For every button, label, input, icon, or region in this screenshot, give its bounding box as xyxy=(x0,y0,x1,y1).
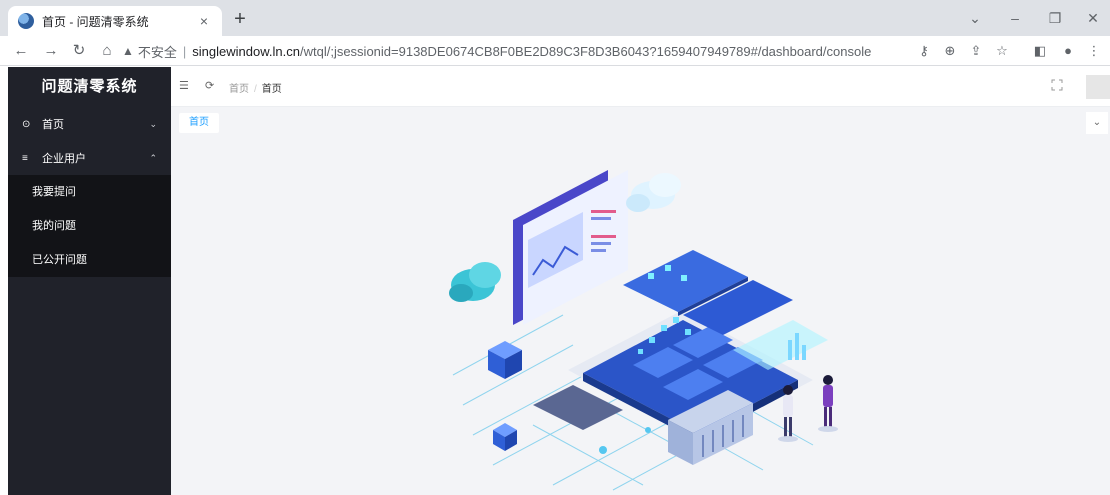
cloud-left-icon xyxy=(449,262,501,302)
minimize-icon[interactable]: – xyxy=(1000,6,1030,30)
sidebar-item-ask-question[interactable]: 我要提问 xyxy=(8,175,171,209)
collapse-menu-icon[interactable]: ☰ xyxy=(179,79,189,92)
sidebar-item-home[interactable]: ⊙ 首页 ⌄ xyxy=(8,107,171,141)
cloud-icon xyxy=(626,173,681,212)
address-separator: | xyxy=(182,43,187,59)
submenu-enterprise-user: 我要提问 我的问题 已公开问题 xyxy=(8,175,171,277)
url-host: singlewindow.ln.cn xyxy=(192,43,300,59)
breadcrumb: 首页 / 首页 xyxy=(229,80,282,95)
person-figure xyxy=(818,375,838,432)
back-icon[interactable]: ← xyxy=(10,40,32,62)
key-icon[interactable]: ⚷ xyxy=(914,41,934,61)
tab-search-icon[interactable]: ⌄ xyxy=(960,6,990,30)
more-options-icon[interactable]: ⋮ xyxy=(1084,41,1104,61)
breadcrumb-separator: / xyxy=(254,84,257,95)
site-favicon-icon xyxy=(18,13,34,29)
avatar[interactable] xyxy=(1086,75,1110,99)
fullscreen-icon[interactable] xyxy=(1051,79,1063,91)
warning-icon: ▲ xyxy=(122,44,134,58)
breadcrumb-item[interactable]: 首页 xyxy=(229,84,249,95)
tab-close-icon[interactable]: × xyxy=(196,13,212,29)
sidebar-item-enterprise-user[interactable]: ≡ 企业用户 ⌃ xyxy=(8,141,171,175)
chevron-up-icon: ⌃ xyxy=(149,152,157,163)
sidebar: 问题清零系统 ⊙ 首页 ⌄ ≡ 企业用户 ⌃ 我要提问 我的问题 已公开问题 xyxy=(8,67,171,495)
browser-tab-title: 首页 - 问题清零系统 xyxy=(42,14,149,29)
url-path: /wtql/;jsessionid=9138DE0674CB8F0BE2D89C… xyxy=(299,43,872,59)
address-bar[interactable]: ▲ 不安全 | singlewindow.ln.cn /wtql/;jsessi… xyxy=(122,39,910,63)
app-header: ☰ ⟳ 首页 / 首页 xyxy=(171,67,1110,107)
sidebar-item-label: 企业用户 xyxy=(42,153,86,165)
refresh-icon[interactable]: ⟳ xyxy=(205,79,214,92)
restore-icon[interactable]: ❐ xyxy=(1040,6,1070,30)
browser-toolbar: ← → ↻ ⌂ ▲ 不安全 | singlewindow.ln.cn /wtql… xyxy=(0,36,1110,66)
main-content: ☰ ⟳ 首页 / 首页 首页 ⌄ xyxy=(171,67,1110,495)
sidebar-item-label: 首页 xyxy=(42,119,64,131)
home-icon: ⊙ xyxy=(22,118,31,130)
tabs-dropdown-icon[interactable]: ⌄ xyxy=(1086,112,1108,134)
system-logo[interactable]: 问题清零系统 xyxy=(8,67,171,107)
sidebar-item-public-questions[interactable]: 已公开问题 xyxy=(8,243,171,277)
new-tab-button[interactable]: + xyxy=(228,8,252,32)
bookmark-star-icon[interactable]: ☆ xyxy=(992,41,1012,61)
forward-icon[interactable]: → xyxy=(40,40,62,62)
profile-icon[interactable]: ● xyxy=(1058,41,1078,61)
browser-tab[interactable]: 首页 - 问题清零系统 × xyxy=(8,6,222,36)
window-close-icon[interactable]: ✕ xyxy=(1078,6,1108,30)
sidebar-item-my-questions[interactable]: 我的问题 xyxy=(8,209,171,243)
dashboard-illustration xyxy=(449,170,838,491)
zoom-icon[interactable]: ⊕ xyxy=(940,41,960,61)
tab-home[interactable]: 首页 xyxy=(179,113,219,133)
share-icon[interactable]: ⇪ xyxy=(966,41,986,61)
side-panel-icon[interactable]: ◧ xyxy=(1030,41,1050,61)
breadcrumb-current: 首页 xyxy=(261,84,282,95)
browser-tab-strip: 首页 - 问题清零系统 × + ⌄ – ❐ ✕ xyxy=(0,0,1110,36)
insecure-label: 不安全 xyxy=(137,44,177,60)
page-tabs-bar: 首页 ⌄ xyxy=(171,107,1110,139)
reload-icon[interactable]: ↻ xyxy=(68,40,90,62)
home-button-icon[interactable]: ⌂ xyxy=(96,40,118,62)
menu-icon: ≡ xyxy=(22,152,28,164)
cube-small-icon xyxy=(493,423,517,451)
cube-icon xyxy=(488,341,522,379)
chevron-down-icon: ⌄ xyxy=(149,118,157,129)
